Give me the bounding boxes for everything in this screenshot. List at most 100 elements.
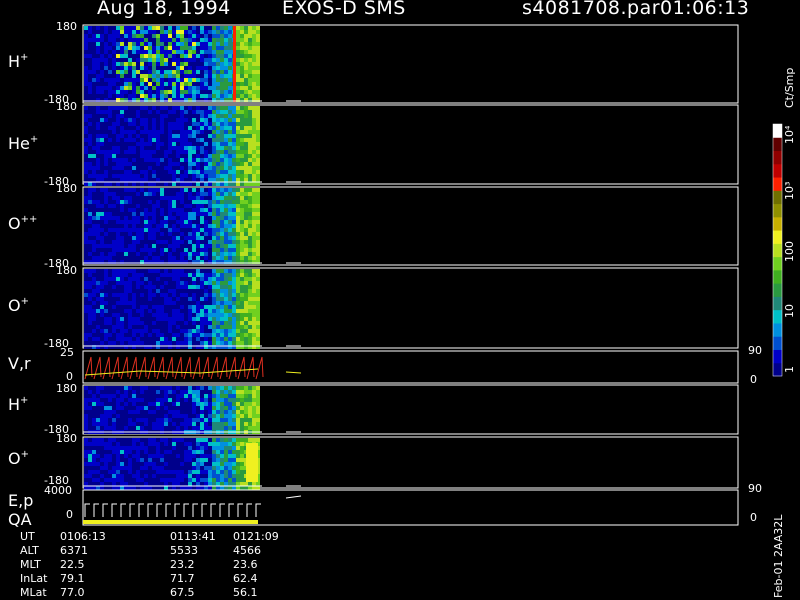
colorbar-tick-1: 1 bbox=[783, 366, 796, 373]
ytick-vr-top: 25 bbox=[60, 346, 74, 359]
velocity-sweep bbox=[174, 356, 183, 380]
spectrogram-cells bbox=[84, 269, 260, 349]
ephemeris-value: 0113:41 bbox=[170, 530, 216, 543]
velocity-sweep bbox=[246, 356, 255, 380]
velocity-sweep bbox=[156, 356, 165, 380]
energy-step bbox=[102, 503, 108, 517]
spectrogram-cells bbox=[84, 106, 260, 186]
colorbar-segment bbox=[773, 349, 782, 364]
energy-step bbox=[228, 503, 234, 517]
panel-frame bbox=[82, 489, 739, 526]
colorbar-segment bbox=[773, 177, 782, 191]
panel-label-he-plus: He+ bbox=[8, 134, 39, 153]
velocity-sweep bbox=[138, 356, 147, 380]
right-tick-ep-0: 0 bbox=[750, 511, 757, 524]
qa-bar bbox=[83, 520, 258, 524]
header-instrument: EXOS-D SMS bbox=[282, 0, 406, 19]
energy-step bbox=[147, 503, 153, 517]
header-file: s4081708.par bbox=[522, 0, 661, 19]
spectrogram-cells bbox=[84, 438, 260, 490]
colorbar-segment bbox=[773, 256, 782, 271]
ephemeris-value: 79.1 bbox=[60, 572, 85, 585]
ephemeris-value: 23.2 bbox=[170, 558, 195, 571]
energy-step bbox=[129, 503, 135, 517]
ephemeris-value: 23.6 bbox=[233, 558, 258, 571]
ephemeris-value: 77.0 bbox=[60, 586, 85, 599]
velocity-sweep bbox=[120, 356, 129, 380]
energy-step bbox=[255, 503, 261, 517]
colorbar-segment bbox=[773, 296, 782, 311]
energy-step bbox=[156, 503, 162, 517]
ephemeris-value: 56.1 bbox=[233, 586, 258, 599]
ephemeris-value: 71.7 bbox=[170, 572, 195, 585]
colorbar-segment bbox=[773, 124, 782, 138]
velocity-trace bbox=[84, 368, 259, 376]
ephemeris-value: 22.5 bbox=[60, 558, 85, 571]
panel-label-qa: QA bbox=[8, 510, 32, 529]
ephemeris-value: 5533 bbox=[170, 544, 198, 557]
panel-label-ep: E,p bbox=[8, 491, 34, 510]
panel-label-o-plus-1: O+ bbox=[8, 296, 29, 315]
velocity-sweep bbox=[255, 356, 264, 380]
o-plus-yellow-band bbox=[246, 443, 258, 482]
ephemeris-value: 0106:13 bbox=[60, 530, 106, 543]
velocity-sweep bbox=[219, 356, 228, 380]
energy-step bbox=[210, 503, 216, 517]
footer-note: Feb-01 2AA32L bbox=[772, 514, 785, 598]
energy-step bbox=[174, 503, 180, 517]
energy-step bbox=[183, 503, 189, 517]
energy-step bbox=[84, 503, 90, 517]
colorbar-segment bbox=[773, 269, 782, 284]
panel-label-h-plus-2: H+ bbox=[8, 395, 29, 414]
colorbar-segment bbox=[773, 163, 782, 178]
ephemeris-value: 62.4 bbox=[233, 572, 258, 585]
velocity-sweep bbox=[237, 356, 246, 380]
ytick-opp-top: 180 bbox=[56, 182, 77, 195]
ytick-h1-top: 180 bbox=[56, 20, 77, 33]
velocity-sweep bbox=[111, 356, 120, 380]
colorbar-segment bbox=[773, 230, 782, 244]
header-date: Aug 18, 1994 bbox=[97, 0, 231, 19]
spectrogram-cells bbox=[84, 188, 260, 264]
colorbar-segment bbox=[773, 322, 782, 337]
ytick-op1-top: 180 bbox=[56, 264, 77, 277]
colorbar-segment bbox=[773, 216, 782, 231]
right-tick-vr-0: 0 bbox=[750, 373, 757, 386]
spectrogram-figure bbox=[82, 24, 783, 526]
right-tick-ep-90: 90 bbox=[748, 482, 762, 495]
ytick-he-top: 180 bbox=[56, 100, 77, 113]
colorbar-segment bbox=[773, 283, 782, 297]
energy-trace-gap bbox=[285, 495, 302, 499]
velocity-trace-gap bbox=[285, 371, 302, 374]
ytick-ep-top: 4000 bbox=[44, 484, 72, 497]
velocity-sweep bbox=[192, 356, 201, 380]
colorbar-segment bbox=[773, 190, 782, 205]
energy-step bbox=[165, 503, 171, 517]
colorbar-tick-100: 100 bbox=[783, 241, 796, 262]
colorbar-segment bbox=[773, 336, 782, 350]
h-plus-red-band bbox=[233, 26, 236, 102]
velocity-sweep bbox=[210, 356, 219, 380]
ephemeris-value: 67.5 bbox=[170, 586, 195, 599]
header-time: 01:06:13 bbox=[660, 0, 750, 19]
ytick-op2-top: 180 bbox=[56, 432, 77, 445]
colorbar-tick-1e3: 10³ bbox=[783, 181, 796, 200]
panel-label-h-plus-1: H+ bbox=[8, 52, 29, 71]
velocity-sweep bbox=[201, 356, 210, 380]
energy-step bbox=[219, 503, 225, 517]
colorbar-segment bbox=[773, 150, 782, 165]
energy-step bbox=[192, 503, 198, 517]
colorbar-unit-label: Ct/Smp bbox=[783, 67, 796, 108]
right-tick-vr-90: 90 bbox=[748, 344, 762, 357]
spectrogram-cells bbox=[84, 386, 260, 434]
colorbar-segment bbox=[773, 362, 782, 377]
panel-label-o-plusplus: O++ bbox=[8, 214, 38, 233]
colorbar-segment bbox=[773, 137, 782, 152]
colorbar-segment bbox=[773, 203, 782, 218]
energy-step bbox=[111, 503, 117, 517]
velocity-sweep bbox=[102, 356, 111, 380]
velocity-sweep bbox=[93, 356, 102, 380]
velocity-sweep bbox=[228, 356, 237, 380]
velocity-sweep bbox=[147, 356, 156, 380]
ephemeris-value: 6371 bbox=[60, 544, 88, 557]
